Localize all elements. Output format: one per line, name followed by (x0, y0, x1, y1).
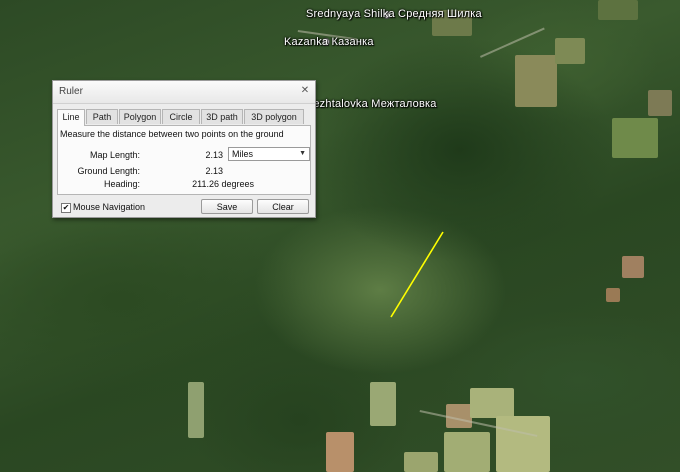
unit-select[interactable]: Miles ▼ (228, 147, 310, 161)
mouse-navigation-checkbox[interactable]: ✔ (61, 203, 71, 213)
ruler-titlebar[interactable]: Ruler ✕ (53, 81, 315, 104)
mouse-navigation-label: Mouse Navigation (73, 202, 146, 212)
clear-button[interactable]: Clear (257, 199, 309, 214)
chevron-down-icon: ▼ (299, 150, 306, 157)
save-button[interactable]: Save (201, 199, 253, 214)
line-tab-panel: Measure the distance between two points … (57, 125, 311, 195)
ruler-tabs: Line Path Polygon Circle 3D path 3D poly… (57, 109, 309, 126)
unit-select-value: Miles (232, 149, 254, 159)
close-icon[interactable]: ✕ (299, 85, 311, 97)
ground-length-value: 2.13 (205, 166, 223, 176)
panel-description: Measure the distance between two points … (60, 129, 284, 139)
map-length-value: 2.13 (205, 150, 223, 160)
tab-3d-polygon[interactable]: 3D polygon (244, 109, 304, 124)
ruler-title: Ruler (59, 86, 83, 97)
measure-line-layer (390, 231, 444, 318)
heading-value: 211.26 degrees (192, 179, 254, 189)
tab-3d-path[interactable]: 3D path (201, 109, 243, 124)
heading-label: Heading: (103, 179, 140, 189)
map-length-label: Map Length: (89, 150, 140, 160)
tab-polygon[interactable]: Polygon (119, 109, 161, 124)
measure-line[interactable] (390, 231, 444, 318)
tab-line[interactable]: Line (57, 109, 85, 126)
ruler-footer: ✔ Mouse Navigation Save Clear (57, 199, 311, 215)
tab-path[interactable]: Path (86, 109, 118, 124)
ruler-dialog: Ruler ✕ Line Path Polygon Circle 3D path… (52, 80, 316, 218)
tab-circle[interactable]: Circle (162, 109, 200, 124)
ground-length-label: Ground Length: (77, 166, 140, 176)
